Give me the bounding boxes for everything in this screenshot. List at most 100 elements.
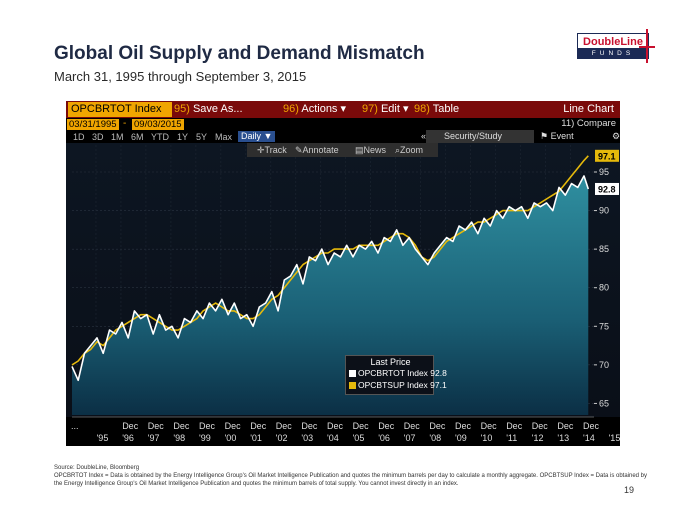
- start-date-field[interactable]: 03/31/1995: [67, 119, 119, 130]
- ticker-field[interactable]: OPCBRTOT Index: [68, 102, 172, 117]
- x-tick-year-2: '96: [122, 433, 134, 443]
- legend-value-opcbrtot: 92.8: [430, 368, 447, 378]
- menu-save-as[interactable]: 95) Save As...: [174, 102, 243, 117]
- x-tick-year-3: '97: [148, 433, 160, 443]
- gear-icon[interactable]: ⚙: [612, 130, 620, 143]
- x-tick-month-8: Dec: [276, 421, 293, 431]
- x-tick-label-0: ...: [71, 421, 79, 431]
- x-tick-month-20: Dec: [583, 421, 600, 431]
- x-tick-year-12: '06: [378, 433, 390, 443]
- legend-swatch-gold: [349, 382, 356, 390]
- period-ytd[interactable]: YTD: [151, 131, 169, 143]
- x-tick-year-17: '11: [506, 433, 517, 443]
- x-tick-month-4: Dec: [173, 421, 190, 431]
- x-tick-label-21: '15: [609, 433, 620, 443]
- news-tool[interactable]: ▤ News: [355, 143, 386, 157]
- period-1y[interactable]: 1Y: [177, 131, 188, 143]
- end-date-field[interactable]: 09/03/2015: [132, 119, 184, 130]
- menu-edit[interactable]: 97) Edit ▾: [362, 102, 409, 117]
- last-value-opcbtsup-tag-label: 97.1: [598, 151, 616, 161]
- page-title: Global Oil Supply and Demand Mismatch: [54, 43, 425, 64]
- x-tick-year-10: '04: [327, 433, 339, 443]
- security-study-button[interactable]: Security/Study: [426, 130, 534, 143]
- event-button[interactable]: ⚑ Event: [540, 130, 574, 143]
- y-tick-label-75: 75: [599, 321, 609, 331]
- y-tick-label-85: 85: [599, 244, 609, 254]
- terminal-menu-bar: OPCBRTOT Index 95) Save As... 96) Action…: [66, 101, 620, 118]
- x-tick-month-12: Dec: [378, 421, 395, 431]
- x-tick-year-18: '12: [532, 433, 544, 443]
- legend-value-opcbtsup: 97.1: [430, 380, 447, 390]
- chart-legend: Last Price OPCBRTOT Index 92.8 OPCBTSUP …: [345, 355, 447, 395]
- menu-table-label: Table: [432, 103, 460, 115]
- page-subtitle: March 31, 1995 through September 3, 2015: [54, 69, 307, 84]
- date-range-bar: 03/31/1995 - 09/03/2015 11) Compare: [66, 118, 620, 130]
- x-tick-year-4: '98: [173, 433, 185, 443]
- price-chart: 65 70 75 80 85 90 95 97.1 92.8... '95 Dec '96 Dec '97…: [66, 143, 620, 443]
- zoom-label: Zoom: [400, 145, 424, 155]
- x-tick-year-6: '00: [225, 433, 237, 443]
- x-tick-year-5: '99: [199, 433, 211, 443]
- x-tick-month-9: Dec: [301, 421, 318, 431]
- period-5y[interactable]: 5Y: [196, 131, 207, 143]
- x-tick-month-7: Dec: [250, 421, 267, 431]
- period-max[interactable]: Max: [215, 131, 232, 143]
- x-tick-year-7: '01: [250, 433, 262, 443]
- x-tick-year-8: '02: [276, 433, 288, 443]
- track-tool[interactable]: ✛ Track: [257, 143, 287, 157]
- footer-note: OPCBRTOT Index = Data is obtained by the…: [54, 473, 648, 487]
- footer-source: Source: DoubleLine, Bloomberg: [54, 465, 140, 471]
- doubleline-logo: DoubleLine FUNDS: [577, 29, 657, 73]
- legend-row-opcbtsup: OPCBTSUP Index 97.1: [349, 380, 447, 391]
- period-1d[interactable]: 1D: [73, 131, 85, 143]
- period-bar: 1D 3D 1M 6M YTD 1Y 5Y Max Daily ▼ « Secu…: [66, 130, 620, 143]
- track-label: Track: [264, 145, 287, 155]
- legend-swatch-white: [349, 370, 356, 378]
- x-tick-month-2: Dec: [122, 421, 139, 431]
- legend-label-opcbrtot: OPCBRTOT Index: [358, 368, 428, 378]
- x-tick-year-19: '13: [557, 433, 569, 443]
- y-tick-label-65: 65: [599, 398, 609, 408]
- x-tick-label-1: '95: [97, 433, 109, 443]
- x-tick-month-15: Dec: [455, 421, 472, 431]
- chart-toolbar: ✛ Track ✎ Annotate ▤ News ⌕ Zoom: [247, 143, 438, 157]
- zoom-tool[interactable]: ⌕ Zoom: [395, 143, 423, 157]
- menu-table[interactable]: 98) Table: [414, 102, 459, 117]
- x-tick-month-3: Dec: [148, 421, 165, 431]
- footer-notes: Source: DoubleLine, Bloomberg OPCBRTOT I…: [54, 464, 654, 488]
- x-tick-month-13: Dec: [404, 421, 421, 431]
- y-tick-label-70: 70: [599, 360, 609, 370]
- period-6m[interactable]: 6M: [131, 131, 144, 143]
- menu-edit-label: Edit ▾: [380, 103, 409, 115]
- news-label: News: [363, 145, 387, 155]
- annotate-tool[interactable]: ✎ Annotate: [295, 143, 339, 157]
- x-tick-month-19: Dec: [557, 421, 574, 431]
- bloomberg-chart-terminal: OPCBRTOT Index 95) Save As... 96) Action…: [66, 101, 620, 446]
- menu-table-num: 98): [414, 103, 430, 115]
- frequency-dropdown[interactable]: Daily ▼: [238, 131, 276, 142]
- menu-actions-num: 96): [283, 103, 299, 115]
- event-label: Event: [550, 131, 574, 141]
- menu-edit-num: 97): [362, 103, 378, 115]
- y-tick-label-95: 95: [599, 167, 609, 177]
- x-tick-year-13: '07: [404, 433, 416, 443]
- x-tick-month-10: Dec: [327, 421, 344, 431]
- legend-label-opcbtsup: OPCBTSUP Index: [358, 380, 428, 390]
- y-tick-label-90: 90: [599, 206, 609, 216]
- logo-cross-horizontal: [639, 46, 655, 48]
- page-number: 19: [624, 485, 635, 495]
- compare-button[interactable]: 11) Compare: [561, 118, 616, 130]
- chart-mode-label[interactable]: Line Chart: [563, 102, 614, 117]
- x-tick-year-16: '10: [481, 433, 493, 443]
- period-3d[interactable]: 3D: [92, 131, 104, 143]
- x-tick-month-16: Dec: [481, 421, 498, 431]
- period-1m[interactable]: 1M: [111, 131, 124, 143]
- logo-funds: FUNDS: [577, 49, 649, 59]
- menu-actions[interactable]: 96) Actions ▾: [283, 102, 346, 117]
- x-tick-month-11: Dec: [353, 421, 370, 431]
- x-tick-month-17: Dec: [506, 421, 523, 431]
- date-dash: -: [123, 118, 127, 129]
- menu-actions-label: Actions ▾: [301, 103, 347, 115]
- legend-title: Last Price: [370, 357, 411, 367]
- x-tick-month-6: Dec: [225, 421, 242, 431]
